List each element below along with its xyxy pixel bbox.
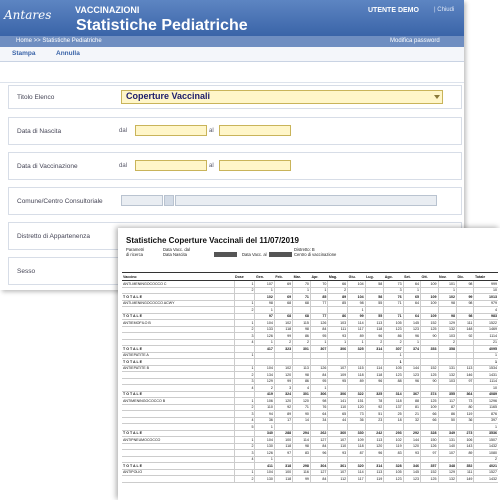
separator: |	[434, 7, 436, 13]
exit-label[interactable]: Chiudi	[437, 7, 454, 13]
page-title: Statistiche Pediatriche	[76, 17, 248, 34]
nascita-al-label: al	[209, 128, 214, 134]
logo-text: Antares	[4, 8, 52, 22]
nascita-label: Data di Nascita	[17, 128, 62, 135]
redacted-value	[214, 252, 237, 257]
column-header: Gen.	[254, 272, 275, 281]
column-header: Dic.	[456, 272, 474, 281]
table-cell: 149	[455, 475, 474, 483]
table-cell: 132	[437, 475, 457, 483]
table-cell: 130	[254, 475, 275, 483]
vacc-dal-label: dal	[119, 163, 128, 169]
report-title: Statistiche Coperture Vaccinali del 11/0…	[126, 236, 299, 245]
meta-dates: Data Vacc. dal Data Nascita	[163, 247, 190, 257]
chevron-down-icon[interactable]	[434, 95, 440, 99]
column-header: Totale	[473, 272, 498, 281]
column-header: Nov.	[438, 272, 457, 281]
lookup-icon[interactable]	[164, 195, 174, 206]
table-cell: 125	[420, 475, 438, 483]
print-button[interactable]: Stampa	[12, 50, 35, 57]
toolbar: Stampa Annulla	[0, 47, 464, 62]
table-cell: 118	[273, 475, 293, 483]
column-header: Mag.	[327, 272, 348, 281]
table-body: ANTI-MENINGOCOCCO C 1 107 69 70 70 66 104 58 73 64…	[122, 280, 498, 483]
nascita-al-input[interactable]	[219, 125, 291, 136]
user-name[interactable]: UTENTE DEMO	[368, 7, 419, 14]
meta-nasc-label: Data Nascita	[163, 252, 187, 257]
nascita-dal-label: dal	[119, 128, 128, 134]
row-titolo: Titolo Elenco Coperture Vaccinali	[8, 85, 462, 109]
nascita-dal-input[interactable]	[135, 125, 207, 136]
app-subtitle: VACCINAZIONI	[75, 5, 140, 15]
table-cell: 84	[309, 475, 328, 483]
column-header: Apr.	[310, 272, 328, 281]
meta-distretto: Distretto: B Centro di vaccinazione	[294, 247, 336, 257]
row-comune: Comune/Centro Consultoriale	[8, 187, 462, 215]
column-header: Vaccino	[122, 272, 234, 281]
vacc-dal-input[interactable]	[135, 160, 207, 171]
titolo-value: Coperture Vaccinali	[126, 91, 211, 101]
comune-name-input[interactable]	[175, 195, 437, 206]
table-cell: 117	[347, 475, 366, 483]
column-header: Set.	[403, 272, 421, 281]
breadcrumb: Home >> Statistiche Pediatriche Modifica…	[0, 36, 464, 47]
comune-code-input[interactable]	[121, 195, 163, 206]
meta-vacc-al-label: Data Vacc. al	[242, 252, 267, 257]
table-row: 2 130 118 99 84 112 117 119 123 123 125 132 149 1432	[122, 475, 498, 483]
breadcrumb-text[interactable]: Home >> Statistiche Pediatriche	[16, 38, 102, 44]
column-header: Mar.	[292, 272, 311, 281]
meta-vacc-al: Data Vacc. al	[242, 247, 267, 257]
table-cell: 123	[402, 475, 421, 483]
table-header: Vaccino Dose Gen. Feb. Mar. Apr. Mag. Giu. Lug. A…	[122, 272, 498, 281]
table-cell	[122, 475, 234, 483]
table-cell: 99	[292, 475, 311, 483]
change-password-link[interactable]: Modifica password	[390, 38, 440, 44]
column-header: Dose	[234, 272, 255, 281]
vacc-label: Data di Vaccinazione	[17, 163, 78, 170]
column-header: Feb.	[274, 272, 293, 281]
table-cell: 2	[233, 475, 255, 483]
column-header: Ott.	[420, 272, 438, 281]
table-cell: 112	[327, 475, 348, 483]
meta-centro-label: Centro di vaccinazione	[294, 252, 337, 257]
vacc-al-label: al	[209, 163, 214, 169]
coverage-table: Vaccino Dose Gen. Feb. Mar. Apr. Mag. Giu. Lug. A…	[122, 272, 498, 483]
cancel-button[interactable]: Annulla	[56, 50, 80, 57]
report-document: Statistiche Coperture Vaccinali del 11/0…	[118, 228, 500, 500]
spacer	[0, 62, 464, 83]
app-header: Antares VACCINAZIONI Statistiche Pediatr…	[0, 0, 464, 36]
column-header: Giu.	[347, 272, 366, 281]
vacc-al-input[interactable]	[219, 160, 291, 171]
column-header: Ago.	[383, 272, 404, 281]
distretto-label: Distretto di Appartenenza	[17, 233, 90, 240]
antares-logo: Antares	[4, 8, 51, 22]
row-vaccinazione: Data di Vaccinazione dal al	[8, 152, 462, 180]
row-nascita: Data di Nascita dal al	[8, 117, 462, 145]
meta-params: Parametri di ricerca	[126, 247, 144, 257]
comune-label: Comune/Centro Consultoriale	[17, 198, 103, 205]
titolo-select[interactable]: Coperture Vaccinali	[121, 90, 443, 104]
redacted-value	[269, 252, 292, 257]
table-cell: 123	[383, 475, 404, 483]
titolo-label: Titolo Elenco	[17, 94, 55, 101]
meta-ricerca-label: di ricerca	[126, 252, 143, 257]
sesso-label: Sesso	[17, 268, 36, 275]
table-cell: 1432	[473, 475, 498, 483]
exit-link[interactable]: | Chiudi	[434, 7, 454, 13]
table-cell: 119	[364, 475, 384, 483]
column-header: Lug.	[365, 272, 384, 281]
